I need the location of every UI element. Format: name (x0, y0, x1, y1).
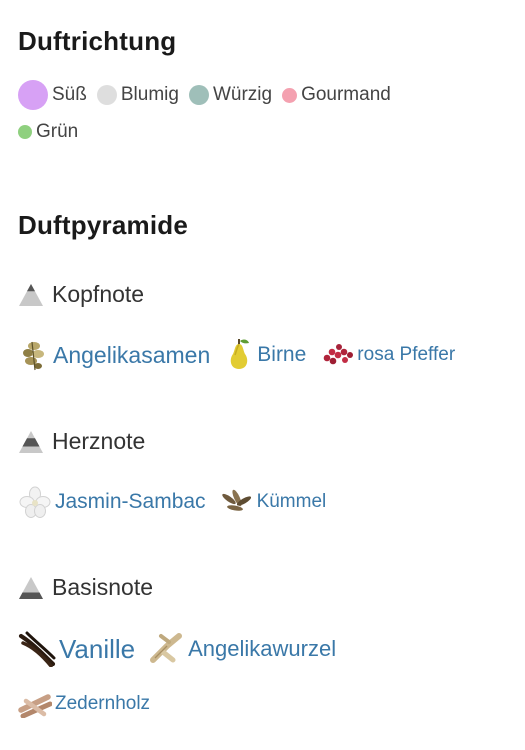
angelica-seeds-icon (18, 338, 50, 372)
note-label: Vanille (59, 633, 136, 664)
angelica-root-icon (149, 632, 185, 666)
legend-label: Gourmand (301, 84, 391, 105)
note-label: Zedernholz (55, 693, 151, 714)
pyramid-middle-icon (19, 430, 43, 453)
legend-label: Blumig (120, 84, 179, 105)
legend-item-gruen: Grün (18, 121, 78, 143)
note-label: Angelikawurzel (188, 636, 337, 661)
notes-basisnote: Vanille Angelikawurzel (18, 631, 350, 667)
note-vanille[interactable]: Vanille (18, 631, 135, 667)
note-rosa-pfeffer[interactable]: rosa Pfeffer (320, 341, 455, 369)
tier-basisnote: Basisnote (18, 574, 153, 601)
legend-item-suess: Süß (18, 80, 87, 110)
tier-label: Herznote (52, 428, 146, 454)
notes-herznote: Jasmin-Sambac Kümmel (18, 486, 340, 518)
legend-item-gourmand: Gourmand (282, 84, 391, 106)
wuerzig-color-dot (188, 85, 209, 105)
blumig-color-dot (96, 85, 117, 105)
legend-item-wuerzig: Würzig (188, 84, 273, 106)
tier-label: Basisnote (52, 574, 154, 600)
vanilla-pod-icon (18, 631, 56, 667)
tier-herznote: Herznote (18, 428, 145, 455)
legend-label: Würzig (212, 84, 273, 105)
gourmand-color-dot (282, 87, 298, 103)
tier-kopfnote: Kopfnote (18, 281, 144, 308)
notes-kopfnote: Angelikasamen Birne rosa Pfeffer (18, 338, 469, 372)
pear-icon (224, 338, 254, 372)
note-label: rosa Pfeffer (357, 344, 456, 365)
pyramid-top-icon (19, 283, 43, 306)
legend-item-blumig: Blumig (96, 84, 179, 106)
note-label: Jasmin-Sambac (55, 490, 206, 513)
suess-color-dot (18, 80, 48, 110)
caraway-icon (220, 488, 254, 516)
notes-basisnote-row-2: Zedernholz (18, 690, 164, 718)
legend-label: Grün (36, 121, 79, 142)
note-jasmin-sambac[interactable]: Jasmin-Sambac (18, 486, 206, 518)
note-label: Birne (257, 343, 307, 366)
note-label: Angelikasamen (53, 341, 211, 368)
note-angelikawurzel[interactable]: Angelikawurzel (149, 632, 336, 666)
scent-pyramid-heading: Duftpyramide (18, 210, 188, 240)
tier-label: Kopfnote (52, 281, 145, 307)
legend-label: Süß (52, 84, 87, 105)
scent-direction-legend-row-2: Grün (18, 121, 88, 143)
cedarwood-icon (18, 690, 52, 718)
note-birne[interactable]: Birne (224, 338, 306, 372)
pink-pepper-icon (320, 341, 354, 369)
gruen-color-dot (18, 125, 32, 139)
scent-direction-heading: Duftrichtung (18, 26, 177, 56)
note-angelikasamen[interactable]: Angelikasamen (18, 338, 210, 372)
note-kuemmel[interactable]: Kümmel (220, 488, 327, 516)
note-label: Kümmel (256, 491, 327, 512)
jasmine-flower-icon (18, 486, 52, 518)
note-zedernholz[interactable]: Zedernholz (18, 690, 150, 718)
scent-direction-legend: Süß Blumig Würzig Gourmand (18, 80, 401, 110)
pyramid-base-icon (19, 576, 43, 599)
